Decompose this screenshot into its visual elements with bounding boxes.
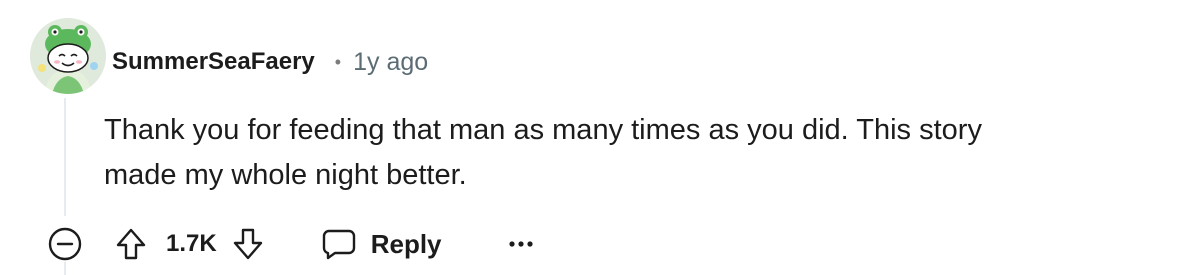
downvote-arrow-icon[interactable] bbox=[231, 225, 265, 263]
comment-bubble-icon bbox=[321, 227, 357, 261]
reply-button[interactable]: Reply bbox=[321, 227, 442, 261]
upvote-arrow-icon[interactable] bbox=[114, 225, 148, 263]
more-options-icon[interactable] bbox=[506, 229, 536, 259]
avatar[interactable] bbox=[30, 18, 106, 94]
meta-separator: • bbox=[334, 51, 342, 72]
comment-body-line: made my whole night better. bbox=[104, 159, 467, 191]
comment-body-line: Thank you for feeding that man as many t… bbox=[104, 114, 982, 146]
vote-count: 1.7K bbox=[166, 230, 217, 257]
comment-body: Thank you for feeding that man as many t… bbox=[104, 108, 1144, 198]
comment-actions: 1.7K Reply bbox=[46, 222, 536, 266]
collapse-minus-icon[interactable] bbox=[46, 225, 84, 263]
reply-label: Reply bbox=[370, 228, 442, 259]
comment: SummerSeaFaery • 1y ago Thank you for fe… bbox=[0, 0, 1200, 275]
thread-line[interactable] bbox=[64, 98, 66, 216]
username[interactable]: SummerSeaFaery bbox=[112, 48, 315, 76]
comment-meta: SummerSeaFaery • 1y ago bbox=[112, 44, 428, 80]
timestamp[interactable]: 1y ago bbox=[353, 48, 428, 77]
